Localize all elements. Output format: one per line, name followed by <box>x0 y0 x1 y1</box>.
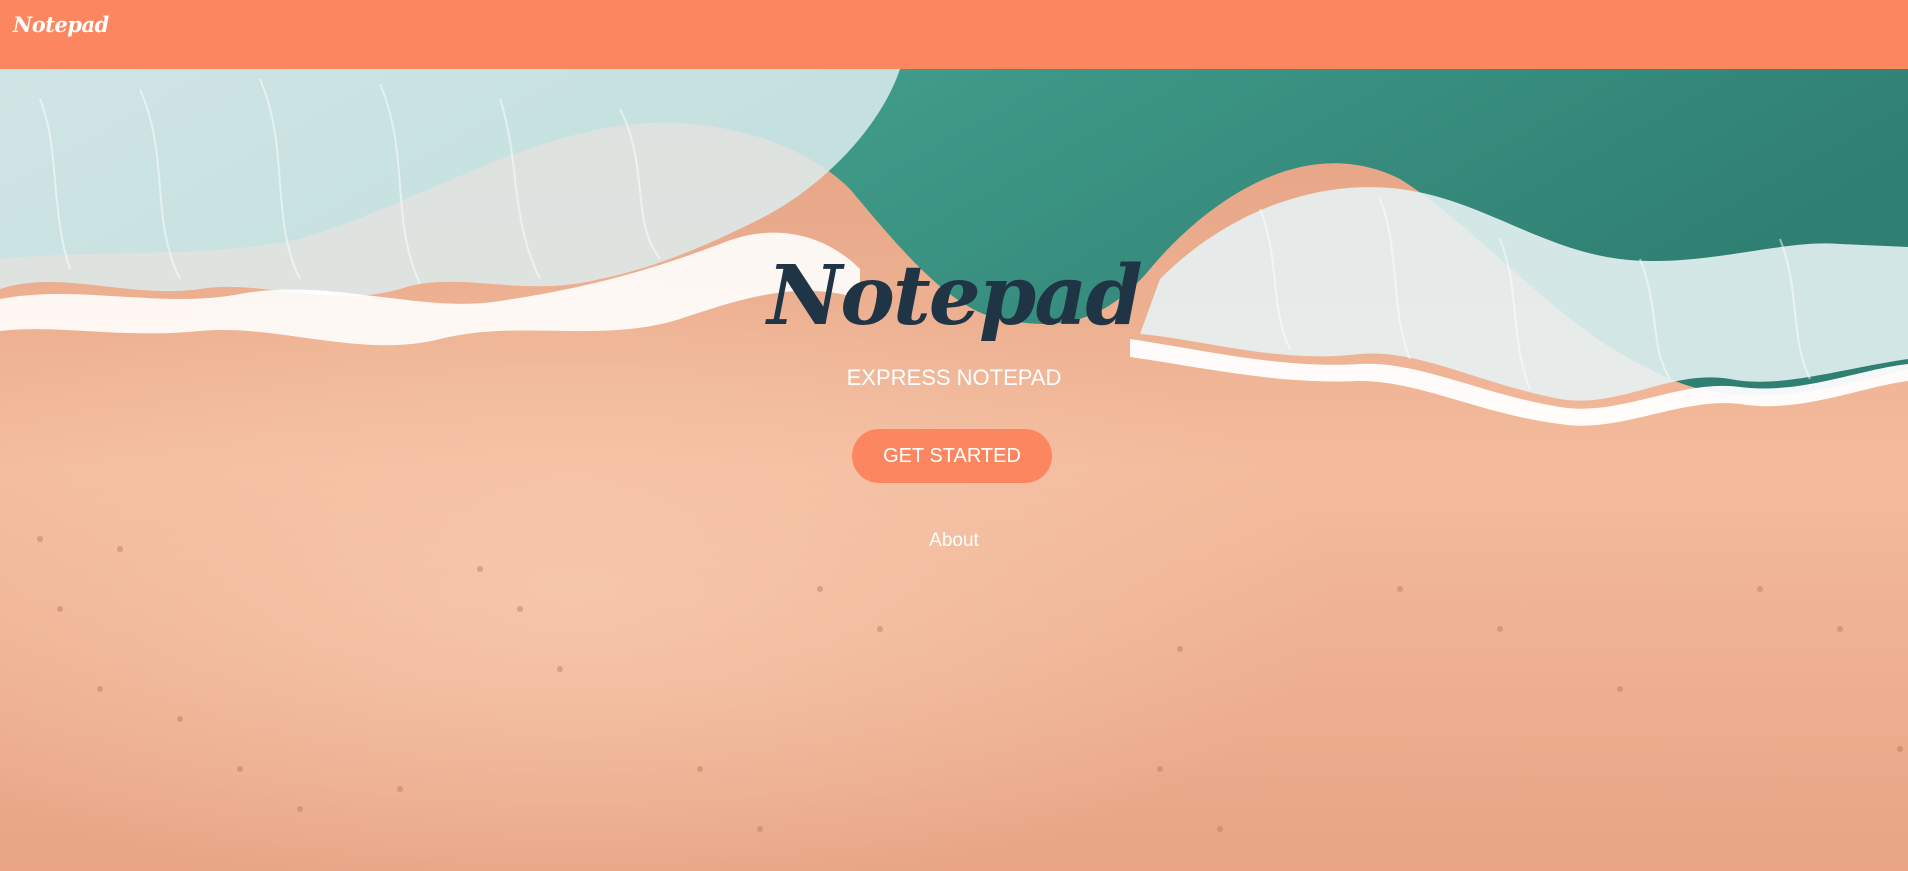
get-started-button[interactable]: GET STARTED <box>852 429 1052 483</box>
hero-subtitle: EXPRESS NOTEPAD <box>846 365 1062 390</box>
hero-title: Notepad <box>767 248 1143 344</box>
navbar-brand-link[interactable]: Notepad <box>13 12 109 37</box>
about-link[interactable]: About <box>0 531 1908 550</box>
hero-section: Notepad EXPRESS NOTEPAD GET STARTED Abou… <box>0 69 1908 871</box>
top-navbar: Notepad <box>0 0 1908 69</box>
hero-content: Notepad EXPRESS NOTEPAD GET STARTED Abou… <box>0 69 1908 871</box>
